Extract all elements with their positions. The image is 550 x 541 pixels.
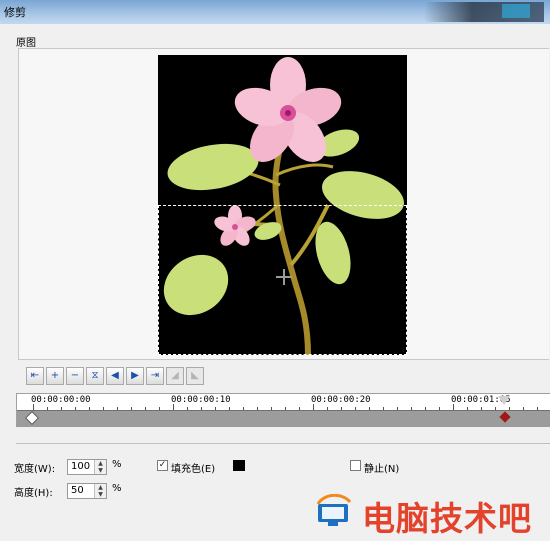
fill-color-checkbox[interactable]: ✓ <box>157 460 168 471</box>
timecode-label: 00:00:00:10 <box>171 395 231 405</box>
height-value: 50 <box>71 485 84 496</box>
window-title: 修剪 <box>4 6 26 19</box>
fill-color-label: 填充色(E) <box>171 464 216 475</box>
mark-in-icon[interactable]: ◢ <box>166 367 184 385</box>
height-spinner[interactable]: 50 ▲ ▼ <box>67 483 107 499</box>
height-label: 高度(H): <box>14 488 53 499</box>
next-frame-icon[interactable]: ▶ <box>126 367 144 385</box>
title-decoration-accent <box>502 4 530 18</box>
spin-down-icon[interactable]: ▼ <box>95 467 106 474</box>
move-cursor-icon <box>276 269 292 285</box>
original-label: 原图 <box>16 38 36 49</box>
playhead-marker[interactable] <box>498 396 510 405</box>
spin-up-icon[interactable]: ▲ <box>95 484 106 491</box>
height-spin-arrows[interactable]: ▲ ▼ <box>94 484 106 498</box>
prev-frame-icon[interactable]: ◀ <box>106 367 124 385</box>
still-label: 静止(N) <box>364 464 400 475</box>
zoom-out-icon[interactable]: − <box>66 367 84 385</box>
timeline-ruler: 00:00:00:00 00:00:00:10 00:00:00:20 00:0… <box>17 394 550 410</box>
timecode-label: 00:00:00:20 <box>311 395 371 405</box>
timeline[interactable]: 00:00:00:00 00:00:00:10 00:00:00:20 00:0… <box>16 393 550 427</box>
mark-out-icon[interactable]: ◣ <box>186 367 204 385</box>
fill-color-swatch[interactable] <box>233 460 245 471</box>
zoom-in-icon[interactable]: + <box>46 367 64 385</box>
width-value: 100 <box>71 461 91 472</box>
width-spinner[interactable]: 100 ▲ ▼ <box>67 459 107 475</box>
timecode-label: 00:00:00:00 <box>31 395 91 405</box>
timeline-toolbar: ⇤ + − ⧖ ◀ ▶ ⇥ ◢ ◣ <box>26 367 204 385</box>
timeline-track[interactable] <box>17 410 550 427</box>
title-bar: 修剪 <box>0 0 550 24</box>
fit-icon[interactable]: ⧖ <box>86 367 104 385</box>
width-spin-arrows[interactable]: ▲ ▼ <box>94 460 106 474</box>
section-divider <box>16 443 550 444</box>
go-end-icon[interactable]: ⇥ <box>146 367 164 385</box>
preview-image[interactable] <box>158 55 407 355</box>
spin-up-icon[interactable]: ▲ <box>95 460 106 467</box>
width-percent: % <box>112 459 122 470</box>
computer-logo-icon <box>316 494 352 526</box>
watermark-text: 电脑技术吧 <box>362 499 532 538</box>
still-checkbox[interactable] <box>350 460 361 471</box>
height-percent: % <box>112 483 122 494</box>
width-label: 宽度(W): <box>14 464 56 475</box>
site-watermark: 电脑技术吧 <box>308 488 548 538</box>
spin-down-icon[interactable]: ▼ <box>95 491 106 498</box>
go-start-icon[interactable]: ⇤ <box>26 367 44 385</box>
